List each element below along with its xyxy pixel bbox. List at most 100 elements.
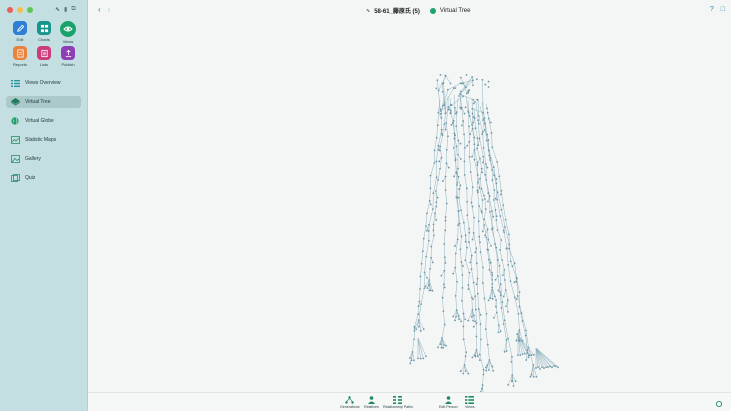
person-node[interactable] xyxy=(484,328,487,331)
person-node[interactable] xyxy=(425,225,427,227)
person-node[interactable] xyxy=(530,354,533,356)
person-node[interactable] xyxy=(508,247,511,250)
person-node[interactable] xyxy=(447,166,450,169)
person-node[interactable] xyxy=(483,129,486,131)
person-node[interactable] xyxy=(486,343,489,346)
person-node[interactable] xyxy=(487,86,490,88)
person-node[interactable] xyxy=(455,111,458,114)
person-node[interactable] xyxy=(474,251,477,254)
person-node[interactable] xyxy=(459,76,462,79)
person-node[interactable] xyxy=(471,356,474,359)
person-node[interactable] xyxy=(426,212,428,215)
person-node[interactable] xyxy=(487,299,490,302)
person-node[interactable] xyxy=(475,262,478,265)
person-node[interactable] xyxy=(437,346,439,349)
person-node[interactable] xyxy=(440,128,443,131)
person-node[interactable] xyxy=(502,323,505,325)
person-node[interactable] xyxy=(486,228,489,231)
person-node[interactable] xyxy=(482,368,485,371)
person-node[interactable] xyxy=(518,340,521,343)
person-node[interactable] xyxy=(429,187,432,190)
person-node[interactable] xyxy=(409,362,412,365)
person-node[interactable] xyxy=(499,294,502,296)
person-node[interactable] xyxy=(443,323,446,326)
person-node[interactable] xyxy=(436,124,439,127)
person-node[interactable] xyxy=(453,137,456,140)
edit-person-button[interactable]: Edit Person xyxy=(439,395,458,409)
person-node[interactable] xyxy=(463,133,465,136)
person-node[interactable] xyxy=(423,271,426,274)
person-node[interactable] xyxy=(497,331,500,334)
relationship-paths-button[interactable]: Relationship Paths xyxy=(383,395,413,409)
person-node[interactable] xyxy=(512,385,515,387)
person-node[interactable] xyxy=(462,82,465,85)
person-node[interactable] xyxy=(435,219,438,221)
person-node[interactable] xyxy=(441,104,444,107)
person-node[interactable] xyxy=(466,200,469,203)
person-node[interactable] xyxy=(472,98,475,101)
person-node[interactable] xyxy=(470,268,473,271)
person-node[interactable] xyxy=(468,241,470,244)
person-node[interactable] xyxy=(495,219,498,221)
person-node[interactable] xyxy=(455,309,458,311)
person-node[interactable] xyxy=(466,246,468,249)
person-node[interactable] xyxy=(429,203,432,206)
person-node[interactable] xyxy=(443,344,445,346)
person-node[interactable] xyxy=(539,367,541,370)
person-node[interactable] xyxy=(482,111,485,114)
person-node[interactable] xyxy=(494,305,497,308)
person-node[interactable] xyxy=(463,364,466,366)
person-node[interactable] xyxy=(449,109,452,112)
person-node[interactable] xyxy=(463,112,466,115)
person-node[interactable] xyxy=(449,112,452,115)
person-node[interactable] xyxy=(447,135,449,138)
person-node[interactable] xyxy=(476,292,479,295)
person-node[interactable] xyxy=(471,309,474,311)
person-node[interactable] xyxy=(499,330,502,333)
person-node[interactable] xyxy=(459,370,462,373)
person-node[interactable] xyxy=(457,167,459,170)
person-node[interactable] xyxy=(481,384,484,386)
person-node[interactable] xyxy=(457,139,460,142)
person-node[interactable] xyxy=(461,286,464,289)
person-node[interactable] xyxy=(490,244,492,247)
person-node[interactable] xyxy=(435,160,438,163)
person-node[interactable] xyxy=(464,318,467,321)
person-node[interactable] xyxy=(495,299,498,301)
person-node[interactable] xyxy=(482,155,485,158)
minimize-window-button[interactable] xyxy=(17,7,23,13)
person-node[interactable] xyxy=(425,255,428,258)
person-node[interactable] xyxy=(462,372,465,375)
person-node[interactable] xyxy=(417,357,419,360)
person-node[interactable] xyxy=(497,275,499,277)
person-node[interactable] xyxy=(464,259,467,262)
person-node[interactable] xyxy=(455,315,457,318)
person-node[interactable] xyxy=(441,337,443,339)
person-node[interactable] xyxy=(419,275,422,278)
person-node[interactable] xyxy=(483,218,486,221)
person-node[interactable] xyxy=(476,147,478,150)
person-node[interactable] xyxy=(477,119,479,122)
person-node[interactable] xyxy=(478,353,481,356)
person-node[interactable] xyxy=(524,334,527,337)
person-node[interactable] xyxy=(484,208,487,211)
person-node[interactable] xyxy=(445,162,448,165)
person-node[interactable] xyxy=(473,216,475,219)
person-node[interactable] xyxy=(505,350,508,352)
person-node[interactable] xyxy=(492,369,495,372)
person-node[interactable] xyxy=(481,211,483,214)
person-node[interactable] xyxy=(511,374,514,376)
person-node[interactable] xyxy=(417,313,420,316)
person-node[interactable] xyxy=(432,192,435,195)
person-node[interactable] xyxy=(496,191,499,194)
person-node[interactable] xyxy=(442,346,445,349)
person-node[interactable] xyxy=(473,117,476,120)
person-node[interactable] xyxy=(436,196,439,199)
person-node[interactable] xyxy=(452,146,455,149)
person-node[interactable] xyxy=(476,161,479,164)
person-node[interactable] xyxy=(464,370,467,373)
person-node[interactable] xyxy=(499,215,502,217)
person-node[interactable] xyxy=(500,189,503,192)
person-node[interactable] xyxy=(518,329,521,331)
person-node[interactable] xyxy=(457,210,460,212)
